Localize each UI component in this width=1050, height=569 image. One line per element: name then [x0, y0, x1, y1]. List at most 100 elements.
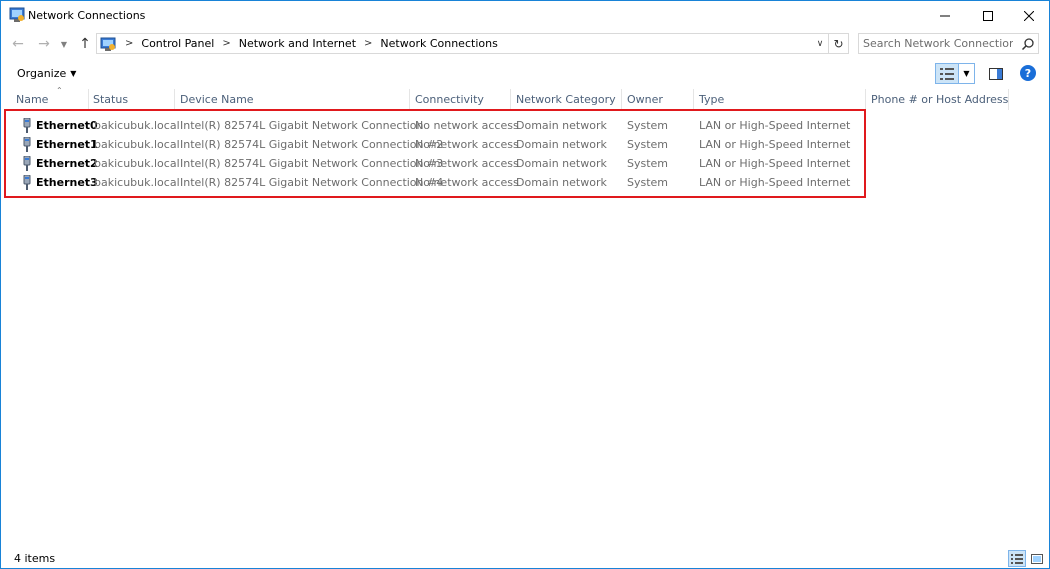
details-view-icon [940, 67, 954, 80]
large-icons-view-icon [1031, 553, 1043, 564]
column-header-label: Network Category [516, 93, 616, 106]
status-bar: 4 items [1, 549, 1049, 569]
connection-category: Domain network [516, 138, 607, 151]
column-header-device-name[interactable]: Device Name [175, 89, 410, 110]
chevron-right-icon[interactable]: > [364, 38, 372, 49]
connection-name: Ethernet0 [36, 119, 98, 132]
view-options-dropdown[interactable]: ▼ [959, 63, 975, 84]
item-count: 4 items [14, 552, 56, 565]
connection-device: Intel(R) 82574L Gigabit Network Connecti… [180, 138, 444, 151]
connection-owner: System [627, 119, 669, 132]
maximize-button[interactable] [966, 1, 1010, 30]
connection-name: Ethernet3 [36, 176, 98, 189]
organize-button[interactable]: Organize ▼ [17, 67, 76, 80]
details-view-icon [1011, 553, 1023, 564]
breadcrumb-network-connections[interactable]: Network Connections [380, 37, 497, 50]
connection-connectivity: No network access [415, 119, 519, 132]
connection-name: Ethernet2 [36, 157, 98, 170]
connection-status: bakicubuk.local [94, 157, 180, 170]
connection-connectivity: No network access [415, 138, 519, 151]
table-row[interactable]: Ethernet3 bakicubuk.local Intel(R) 82574… [1, 173, 866, 192]
arrow-right-icon: → [38, 36, 50, 52]
column-headers: ⌃ Name Status Device Name Connectivity N… [1, 86, 1049, 110]
connection-status: bakicubuk.local [94, 138, 180, 151]
address-bar[interactable]: > Control Panel > Network and Internet >… [96, 33, 829, 54]
organize-label: Organize [17, 67, 67, 80]
back-button[interactable]: ← [8, 34, 28, 54]
connection-name: Ethernet1 [36, 138, 98, 151]
column-header-label: Owner [627, 93, 663, 106]
column-header-type[interactable]: Type [694, 89, 866, 110]
connection-device: Intel(R) 82574L Gigabit Network Connecti… [180, 176, 444, 189]
column-header-label: Device Name [180, 93, 254, 106]
connection-owner: System [627, 176, 669, 189]
column-header-label: Connectivity [415, 93, 484, 106]
large-icons-view-button[interactable] [1028, 550, 1046, 567]
refresh-icon: ↻ [833, 36, 844, 51]
arrow-left-icon: ← [12, 36, 24, 52]
column-header-connectivity[interactable]: Connectivity [410, 89, 511, 110]
column-header-owner[interactable]: Owner [622, 89, 694, 110]
command-bar: Organize ▼ ▼ ? [1, 61, 1049, 87]
change-view-button[interactable] [935, 63, 959, 84]
connection-owner: System [627, 138, 669, 151]
connection-status: bakicubuk.local [94, 119, 180, 132]
title-bar[interactable]: Network Connections [1, 1, 1049, 30]
table-row[interactable]: Ethernet2 bakicubuk.local Intel(R) 82574… [1, 154, 866, 173]
connection-type: LAN or High-Speed Internet [699, 119, 851, 132]
navigation-bar: ← → ▼ ↑ > Control Panel > Network and In… [1, 31, 1049, 57]
chevron-right-icon[interactable]: > [125, 38, 133, 49]
ethernet-adapter-icon [23, 137, 31, 152]
connection-type: LAN or High-Speed Internet [699, 157, 851, 170]
breadcrumb-control-panel[interactable]: Control Panel [141, 37, 214, 50]
recent-locations-button[interactable]: ▼ [57, 34, 71, 54]
minimize-button[interactable] [923, 1, 967, 30]
breadcrumb-network-and-internet[interactable]: Network and Internet [239, 37, 356, 50]
column-header-label: Type [699, 93, 725, 106]
forward-button[interactable]: → [34, 34, 54, 54]
help-button[interactable]: ? [1020, 65, 1036, 81]
address-history-button[interactable]: ∨ [812, 36, 828, 52]
maximize-icon [983, 10, 993, 21]
chevron-down-icon: ▼ [60, 39, 68, 49]
ethernet-adapter-icon [23, 156, 31, 171]
connection-category: Domain network [516, 119, 607, 132]
up-button[interactable]: ↑ [75, 34, 95, 54]
chevron-down-icon: ∨ [816, 39, 824, 49]
connection-category: Domain network [516, 157, 607, 170]
caret-down-icon: ▼ [963, 69, 970, 78]
ethernet-adapter-icon [23, 175, 31, 190]
table-row[interactable]: Ethernet1 bakicubuk.local Intel(R) 82574… [1, 135, 866, 154]
control-panel-icon [100, 37, 116, 51]
column-header-network-category[interactable]: Network Category [511, 89, 622, 110]
column-header-phone-host[interactable]: Phone # or Host Address [866, 89, 1009, 110]
connection-type: LAN or High-Speed Internet [699, 176, 851, 189]
details-view-button[interactable] [1008, 550, 1026, 567]
connection-type: LAN or High-Speed Internet [699, 138, 851, 151]
connection-device: Intel(R) 82574L Gigabit Network Connecti… [180, 157, 444, 170]
chevron-right-icon[interactable]: > [222, 38, 230, 49]
minimize-icon [940, 15, 950, 16]
sort-ascending-icon: ⌃ [56, 86, 63, 95]
column-header-name[interactable]: ⌃ Name [11, 86, 89, 110]
connection-category: Domain network [516, 176, 607, 189]
column-header-label: Status [93, 93, 129, 106]
table-row[interactable]: Ethernet0 bakicubuk.local Intel(R) 82574… [1, 116, 866, 135]
search-icon[interactable] [1021, 37, 1035, 51]
window-title: Network Connections [28, 9, 146, 22]
help-icon: ? [1024, 66, 1032, 80]
connection-owner: System [627, 157, 669, 170]
arrow-up-icon: ↑ [79, 36, 91, 52]
connection-connectivity: No network access [415, 176, 519, 189]
search-box [858, 33, 1039, 54]
search-input[interactable] [863, 36, 1013, 51]
preview-pane-button[interactable] [986, 64, 1006, 84]
connection-device: Intel(R) 82574L Gigabit Network Connecti… [180, 119, 424, 132]
explorer-window: Network Connections ← → ▼ ↑ > Control Pa… [0, 0, 1050, 569]
column-header-status[interactable]: Status [88, 89, 175, 110]
refresh-button[interactable]: ↻ [829, 33, 849, 54]
breadcrumb: > Control Panel > Network and Internet >… [121, 37, 498, 50]
column-header-label: Name [16, 93, 49, 106]
close-button[interactable] [1007, 1, 1050, 30]
connection-connectivity: No network access [415, 157, 519, 170]
